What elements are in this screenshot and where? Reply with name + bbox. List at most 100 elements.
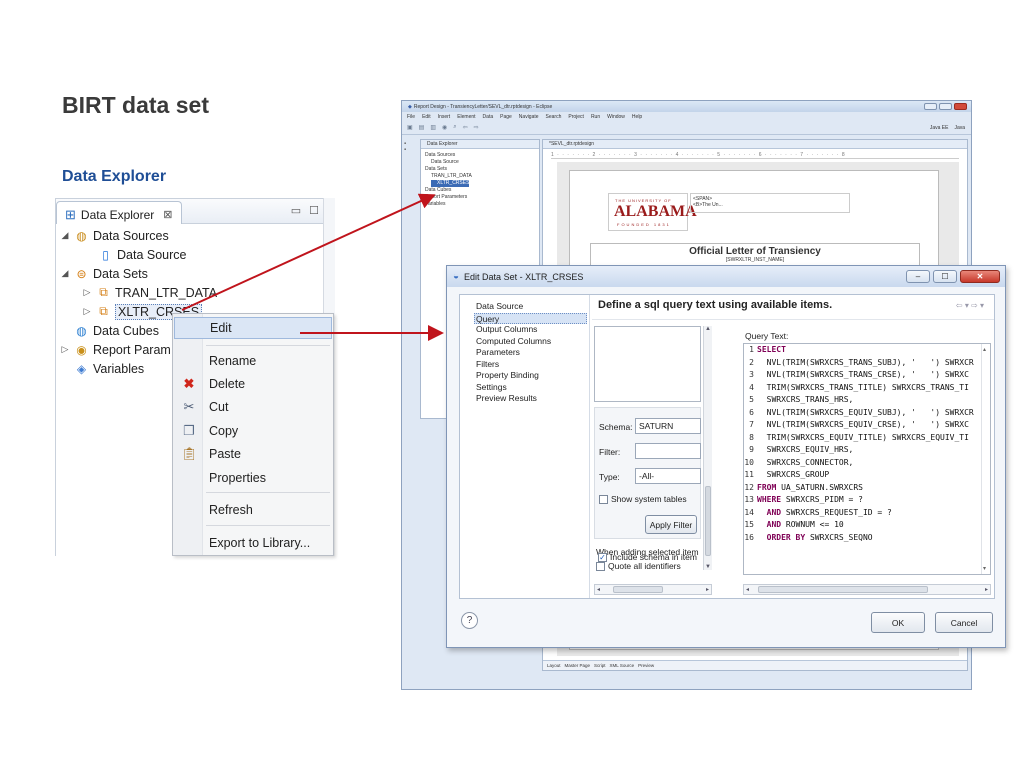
menu-item-export-to-library[interactable]: Export to Library... <box>174 532 332 554</box>
minimize-button[interactable] <box>924 103 937 110</box>
view-tree-item[interactable]: Variables <box>421 201 539 208</box>
expand-right-icon[interactable]: ▷ <box>60 344 70 355</box>
menu-item-edit[interactable]: Edit <box>174 317 332 339</box>
ok-button[interactable]: OK <box>871 612 925 633</box>
scroll-right-icon[interactable]: ▸ <box>706 586 709 593</box>
view-tree-item[interactable]: XLTR_CRSES <box>421 180 539 187</box>
menu-file[interactable]: File <box>407 114 415 120</box>
view-tree-item[interactable]: Data Source <box>421 159 539 166</box>
scroll-left-icon[interactable]: ◂ <box>597 586 600 593</box>
cancel-button[interactable]: Cancel <box>935 612 993 633</box>
menu-item-refresh[interactable]: Refresh <box>174 499 332 521</box>
editor-tab-script[interactable]: Script <box>594 663 606 668</box>
tree-item-variables[interactable]: ◈ Variables <box>74 359 144 378</box>
maximize-button[interactable]: ☐ <box>933 270 957 283</box>
menu-page[interactable]: Page <box>500 114 512 120</box>
view-tree-item[interactable]: Data Sets <box>421 166 539 173</box>
menu-search[interactable]: Search <box>546 114 562 120</box>
menu-edit[interactable]: Edit <box>422 114 431 120</box>
history-nav[interactable]: ⇦ ▾ ⇨ ▾ <box>956 301 984 310</box>
expand-right-icon[interactable]: ▷ <box>82 306 92 317</box>
nav-item-data-source[interactable]: Data Source <box>460 301 589 313</box>
menu-item-properties[interactable]: Properties <box>174 467 332 489</box>
tree-item-data-sources[interactable]: ◢ ◍ Data Sources <box>60 226 169 245</box>
view-tree-item[interactable]: Report Parameters <box>421 194 539 201</box>
editor-tab-master-page[interactable]: Master Page <box>565 663 591 668</box>
scroll-thumb[interactable] <box>758 586 928 593</box>
schema-select[interactable]: SATURN <box>635 418 701 434</box>
expand-down-icon[interactable]: ◢ <box>60 268 70 279</box>
scroll-thumb[interactable] <box>705 486 711 556</box>
maximize-icon[interactable]: ☐ <box>309 204 319 217</box>
query-text-editor[interactable]: 1 SELECT 2 NVL(TRIM(SWRXCRS_TRANS_SUBJ), '… <box>743 343 991 575</box>
quote-identifiers-checkbox[interactable]: Quote all identifiers <box>596 561 681 571</box>
save-icon[interactable]: ▤ <box>419 124 425 131</box>
editor-tab-xml-source[interactable]: XML Source <box>610 663 635 668</box>
maximize-button[interactable] <box>939 103 952 110</box>
nav-forward-icon[interactable]: ⇨ <box>474 124 479 131</box>
menu-item-rename[interactable]: Rename <box>174 350 332 372</box>
nav-back-icon[interactable]: ⇦ <box>463 124 468 131</box>
menu-window[interactable]: Window <box>607 114 625 120</box>
menu-project[interactable]: Project <box>568 114 584 120</box>
editor-tab[interactable]: *SEVL_dtr.rptdesign <box>543 140 967 149</box>
tree-item-data-sets[interactable]: ◢ ⊜ Data Sets <box>60 264 148 283</box>
scroll-down-icon[interactable]: ▾ <box>983 565 986 572</box>
scroll-down-icon[interactable]: ▼ <box>705 564 711 570</box>
expand-right-icon[interactable]: ▷ <box>82 287 92 298</box>
menu-item-cut[interactable]: ✂ Cut <box>174 396 332 418</box>
apply-filter-button[interactable]: Apply Filter <box>645 515 697 534</box>
checkbox-box[interactable] <box>599 494 608 504</box>
scroll-thumb[interactable] <box>613 586 663 593</box>
menu-insert[interactable]: Insert <box>438 114 451 120</box>
print-icon[interactable]: ▥ <box>430 124 436 131</box>
code-vertical-scrollbar[interactable]: ▴ ▾ <box>981 344 990 574</box>
menu-item-copy[interactable]: ❐ Copy <box>174 420 332 442</box>
scroll-left-icon[interactable]: ◂ <box>746 586 749 593</box>
html-text-element[interactable]: <SPAN> <B>The Un... <box>690 193 850 213</box>
nav-item-filters[interactable]: Filters <box>460 359 589 371</box>
tree-item-report-parameters[interactable]: ▷ ◉ Report Param <box>60 340 171 359</box>
close-button[interactable] <box>954 103 967 110</box>
nav-item-output-columns[interactable]: Output Columns <box>460 324 589 336</box>
tree-item-data-source[interactable]: ▯ Data Source <box>98 245 186 264</box>
menu-run[interactable]: Run <box>591 114 600 120</box>
menu-data[interactable]: Data <box>483 114 494 120</box>
menu-element[interactable]: Element <box>457 114 475 120</box>
nav-item-settings[interactable]: Settings <box>460 382 589 394</box>
nav-item-preview-results[interactable]: Preview Results <box>460 393 589 405</box>
include-schema-checkbox[interactable]: ✓ Include schema in item <box>598 552 697 562</box>
tree-item-data-cubes[interactable]: ◍ Data Cubes <box>74 321 159 340</box>
university-logo[interactable]: THE UNIVERSITY OF ALABAMA FOUNDED 1831 <box>608 193 697 231</box>
editor-tab-layout[interactable]: Layout <box>547 663 561 668</box>
scroll-right-icon[interactable]: ▸ <box>985 586 988 593</box>
minimize-button[interactable]: – <box>906 270 930 283</box>
show-system-tables-checkbox[interactable]: Show system tables <box>599 494 687 504</box>
checkbox-box[interactable] <box>596 561 605 571</box>
filter-input[interactable] <box>635 443 701 459</box>
type-select[interactable]: -All- <box>635 468 701 484</box>
close-button[interactable]: ✕ <box>960 270 1000 283</box>
left-vertical-scrollbar[interactable]: ▲ ▼ <box>703 326 712 570</box>
close-icon[interactable]: ⊠ <box>163 208 172 221</box>
nav-item-property-binding[interactable]: Property Binding <box>460 370 589 382</box>
scroll-up-icon[interactable]: ▲ <box>705 326 711 332</box>
menu-item-paste[interactable]: 📋︎ Paste <box>174 443 332 465</box>
perspective-java-ee[interactable]: Java EE <box>930 125 949 131</box>
nav-item-parameters[interactable]: Parameters <box>460 347 589 359</box>
view-tree-item[interactable]: TRAN_LTR_DATA <box>421 173 539 180</box>
editor-tab-preview[interactable]: Preview <box>638 663 654 668</box>
scroll-up-icon[interactable]: ▴ <box>983 346 986 353</box>
menu-navigate[interactable]: Navigate <box>519 114 539 120</box>
new-icon[interactable]: ▣ <box>407 124 413 131</box>
expand-down-icon[interactable]: ◢ <box>60 230 70 241</box>
nav-item-computed-columns[interactable]: Computed Columns <box>460 336 589 348</box>
help-icon[interactable]: ? <box>461 612 478 629</box>
perspective-java[interactable]: Java <box>954 125 965 131</box>
view-tree-item[interactable]: Data Cubes <box>421 187 539 194</box>
checkbox-box-checked[interactable]: ✓ <box>598 552 607 562</box>
search-icon[interactable]: ⌕ <box>453 124 456 131</box>
menu-help[interactable]: Help <box>632 114 642 120</box>
menu-item-delete[interactable]: ✖ Delete <box>174 373 332 395</box>
left-horizontal-scrollbar[interactable]: ◂ ▸ <box>594 584 712 595</box>
